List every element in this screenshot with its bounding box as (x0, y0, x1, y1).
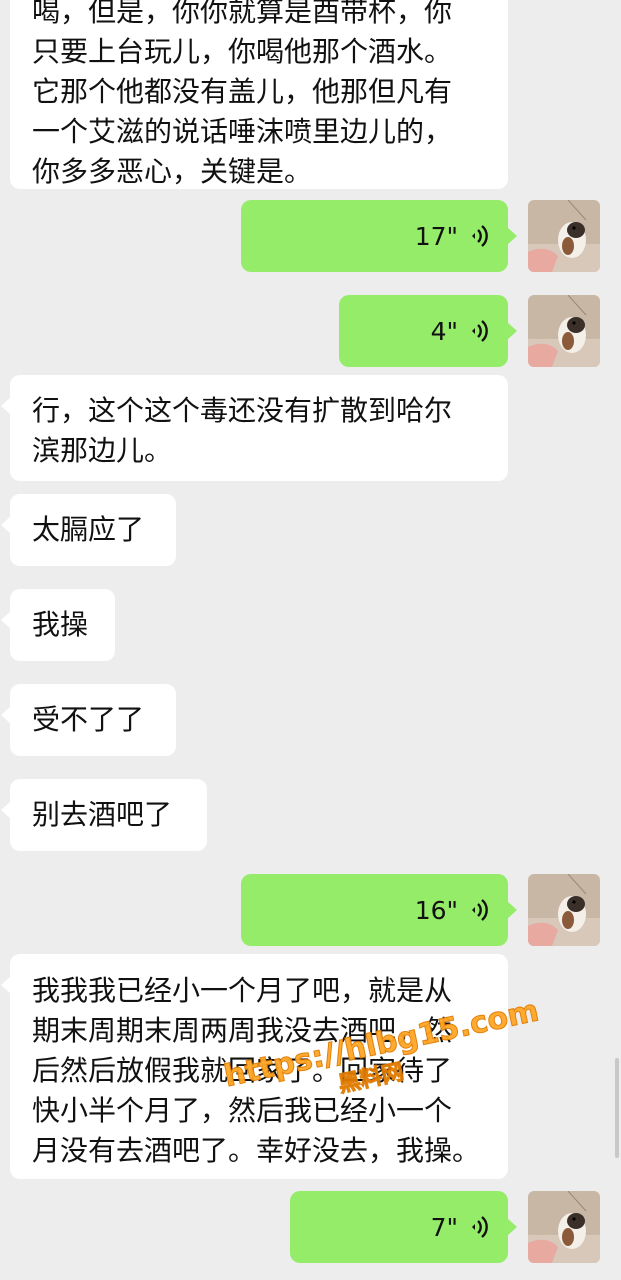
message-line: 我我我已经小一个月了吧，就是从 (32, 974, 453, 1007)
message-line: 太膈应了 (32, 513, 145, 546)
voice-message-bubble[interactable]: 4" (339, 295, 517, 367)
avatar[interactable] (528, 1191, 600, 1263)
hamster-avatar-icon (528, 200, 600, 272)
incoming-message-bubble[interactable]: 别去酒吧了 (1, 779, 207, 851)
message-line: 只要上台玩儿，你喝他那个酒水。 (32, 35, 453, 68)
voice-message-bubble[interactable]: 17" (241, 200, 517, 272)
incoming-message-bubble[interactable]: 受不了了 (1, 684, 176, 756)
hamster-avatar-icon (528, 874, 600, 946)
message-line: 快小半个月了，然后我已经小一个 (32, 1094, 453, 1127)
voice-duration: 4" (430, 316, 458, 346)
incoming-message-bubble[interactable]: 行，这个这个毒还没有扩散到哈尔 滨那边儿。 (1, 375, 508, 481)
voice-wave-icon (472, 320, 488, 342)
avatar[interactable] (528, 200, 600, 272)
message-line: 行，这个这个毒还没有扩散到哈尔 (32, 394, 453, 427)
incoming-message-bubble[interactable]: 太膈应了 (1, 494, 176, 566)
voice-duration: 7" (430, 1212, 458, 1242)
message-line: 后然后放假我就回家了。回家待了 (32, 1054, 453, 1087)
voice-wave-icon (472, 1216, 488, 1238)
hamster-avatar-icon (528, 295, 600, 367)
voice-duration: 17" (414, 221, 458, 251)
message-line: 它那个他都没有盖儿，他那但凡有 (32, 75, 453, 108)
incoming-message-bubble[interactable]: 我我我已经小一个月了吧，就是从 期末周期末周两周我没去酒吧，然 后然后放假我就回… (1, 954, 508, 1179)
message-line: 月没有去酒吧了。幸好没去，我操。 (32, 1134, 481, 1167)
message-line: 受不了了 (32, 703, 145, 736)
incoming-message-bubble[interactable]: 我操 (1, 589, 115, 661)
hamster-avatar-icon (528, 1191, 600, 1263)
voice-wave-icon (472, 899, 488, 921)
avatar[interactable] (528, 874, 600, 946)
message-line: 期末周期末周两周我没去酒吧，然 (32, 1014, 453, 1047)
voice-wave-icon (472, 225, 488, 247)
voice-duration: 16" (414, 895, 458, 925)
scrollbar-thumb[interactable] (615, 1058, 619, 1158)
message-line: 滨那边儿。 (32, 434, 173, 467)
message-line: 别去酒吧了 (32, 798, 173, 831)
voice-message-bubble[interactable]: 7" (290, 1191, 517, 1263)
avatar[interactable] (528, 295, 600, 367)
incoming-message-bubble[interactable]: 喝，但是，你你就算是酉带杯，你 只要上台玩儿，你喝他那个酒水。 它那个他都没有盖… (10, 0, 508, 189)
voice-message-bubble[interactable]: 16" (241, 874, 517, 946)
message-line: 我操 (32, 608, 89, 641)
message-line: 你多多恶心，关键是。 (32, 155, 313, 188)
message-line: 喝，但是，你你就算是酉带杯，你 (32, 0, 453, 28)
message-line: 一个艾滋的说话唾沫喷里边儿的， (32, 115, 453, 148)
